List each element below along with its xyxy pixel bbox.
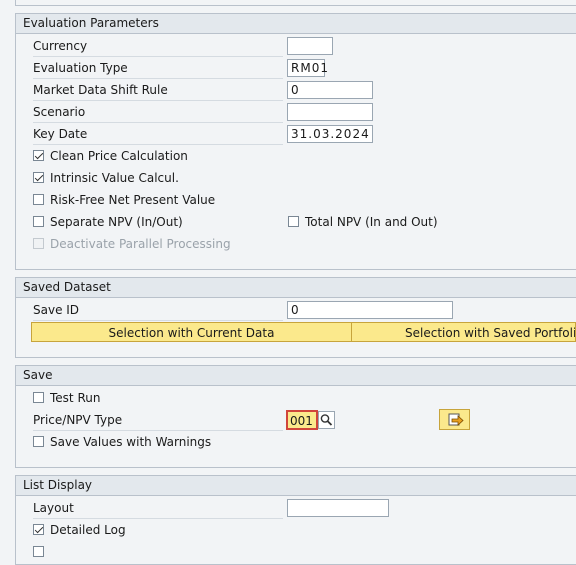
checkbox-box[interactable] — [33, 150, 44, 161]
price-npv-type-label: Price/NPV Type — [33, 410, 283, 431]
total-npv-label: Total NPV (In and Out) — [305, 215, 438, 229]
layout-field[interactable] — [287, 499, 389, 517]
checkbox-box[interactable] — [33, 436, 44, 447]
evaluation-type-field[interactable]: RM01 — [287, 59, 328, 77]
save-id-label: Save ID — [33, 300, 283, 321]
save-with-warnings-checkbox[interactable]: Save Values with Warnings — [33, 432, 211, 452]
market-data-shift-field[interactable]: 0 — [287, 81, 373, 99]
deactivate-parallel-checkbox: Deactivate Parallel Processing — [33, 234, 231, 254]
scenario-label: Scenario — [33, 102, 283, 123]
separate-npv-checkbox[interactable]: Separate NPV (In/Out) — [33, 212, 183, 232]
checkbox-box — [33, 238, 44, 249]
save-id-field[interactable]: 0 — [287, 301, 453, 319]
cut-off-checkbox[interactable] — [33, 542, 50, 562]
group-title: List Display — [16, 476, 576, 496]
currency-label: Currency — [33, 36, 283, 57]
group-title: Saved Dataset — [16, 278, 576, 298]
key-date-label: Key Date — [33, 124, 283, 145]
deactivate-parallel-label: Deactivate Parallel Processing — [50, 237, 231, 251]
search-icon — [320, 414, 333, 426]
selection-current-data-button[interactable]: Selection with Current Data — [31, 322, 352, 342]
scenario-field[interactable] — [287, 103, 373, 121]
checkbox-box[interactable] — [288, 216, 299, 227]
risk-free-npv-label: Risk-Free Net Present Value — [50, 193, 216, 207]
checkbox-box[interactable] — [33, 194, 44, 205]
currency-field[interactable] — [287, 37, 333, 55]
intrinsic-value-checkbox[interactable]: Intrinsic Value Calcul. — [33, 168, 179, 188]
export-arrow-icon — [448, 413, 464, 426]
risk-free-npv-checkbox[interactable]: Risk-Free Net Present Value — [33, 190, 215, 210]
group-title: Save — [16, 366, 576, 386]
checkbox-box[interactable] — [33, 524, 44, 535]
export-button[interactable] — [439, 409, 470, 430]
total-npv-checkbox[interactable]: Total NPV (In and Out) — [288, 212, 438, 232]
search-help-button[interactable] — [318, 411, 335, 429]
group-title: Evaluation Parameters — [16, 14, 576, 34]
top-group-remnant — [15, 0, 576, 6]
clean-price-label: Clean Price Calculation — [50, 149, 188, 163]
separate-npv-label: Separate NPV (In/Out) — [50, 215, 183, 229]
clean-price-checkbox[interactable]: Clean Price Calculation — [33, 146, 188, 166]
checkbox-box[interactable] — [33, 216, 44, 227]
selection-saved-portfolio-button[interactable]: Selection with Saved Portfolio H — [351, 322, 576, 342]
layout-label: Layout — [33, 498, 283, 519]
checkbox-box[interactable] — [33, 172, 44, 183]
key-date-field[interactable]: 31.03.2024 — [287, 125, 373, 143]
evaluation-type-label: Evaluation Type — [33, 58, 283, 79]
save-with-warnings-label: Save Values with Warnings — [50, 435, 212, 449]
test-run-checkbox[interactable]: Test Run — [33, 388, 100, 408]
detailed-log-label: Detailed Log — [50, 523, 126, 537]
checkbox-box[interactable] — [33, 392, 44, 403]
market-data-shift-label: Market Data Shift Rule — [33, 80, 283, 101]
price-npv-type-field[interactable]: 001 — [286, 410, 318, 430]
intrinsic-value-label: Intrinsic Value Calcul. — [50, 171, 179, 185]
detailed-log-checkbox[interactable]: Detailed Log — [33, 520, 126, 540]
test-run-label: Test Run — [50, 391, 101, 405]
